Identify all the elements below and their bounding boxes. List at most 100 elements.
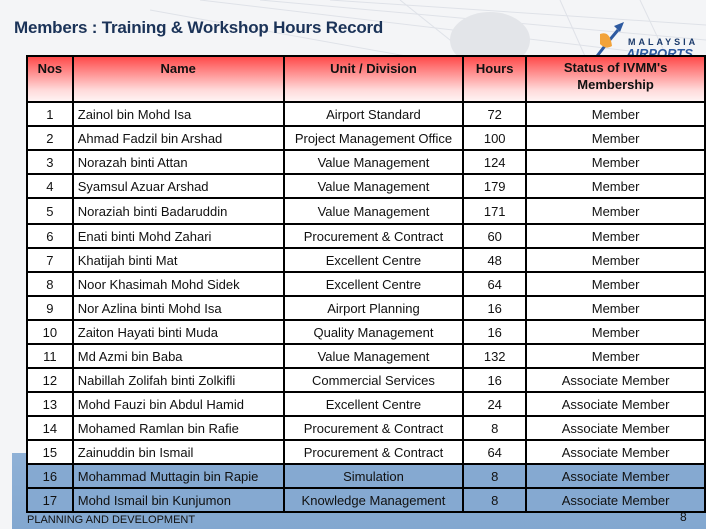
cell-membership-status: Member <box>525 125 706 151</box>
cell-name: Md Azmi bin Baba <box>71 343 285 369</box>
header-membership-status-label: Status of IVMM's Membership <box>563 60 668 92</box>
cell-name: Syamsul Azuar Arshad <box>71 173 285 199</box>
cell-unit-division: Procurement & Contract <box>282 415 465 441</box>
cell-hours: 24 <box>462 391 528 417</box>
table-row: 2 Ahmad Fadzil bin Arshad Project Manageme… <box>26 125 706 151</box>
cell-unit-division: Quality Management <box>282 319 465 345</box>
cell-unit-division: Project Management Office <box>282 125 465 151</box>
cell-nos: 12 <box>26 367 74 393</box>
cell-membership-status: Associate Member <box>525 415 706 441</box>
cell-membership-status: Member <box>525 197 706 225</box>
cell-unit-division: Procurement & Contract <box>282 439 465 465</box>
cell-membership-status: Member <box>525 247 706 273</box>
table-row: 11 Md Azmi bin Baba Value Management 132 Mem… <box>26 343 706 369</box>
page-title: Members : Training & Workshop Hours Reco… <box>14 18 384 37</box>
cell-hours: 16 <box>462 367 528 393</box>
table-row: 13 Mohd Fauzi bin Abdul Hamid Excellent Ce… <box>26 391 706 417</box>
cell-membership-status: Member <box>525 149 706 175</box>
cell-name: Nor Azlina binti Mohd Isa <box>71 295 285 321</box>
cell-hours: 132 <box>462 343 528 369</box>
cell-name: Mohamed Ramlan bin Rafie <box>71 415 285 441</box>
cell-nos: 10 <box>26 319 74 345</box>
table-row: 4 Syamsul Azuar Arshad Value Management 179… <box>26 173 706 199</box>
cell-name: Noraziah binti Badaruddin <box>71 197 285 225</box>
cell-hours: 16 <box>462 295 528 321</box>
cell-name: Enati binti Mohd Zahari <box>71 223 285 249</box>
table-row: 5 Noraziah binti Badaruddin Value Manageme… <box>26 197 706 225</box>
cell-name: Mohd Ismail bin Kunjumon <box>71 487 285 513</box>
cell-nos: 17 <box>26 487 74 513</box>
cell-membership-status: Member <box>525 101 706 127</box>
cell-nos: 3 <box>26 149 74 175</box>
table-row: 15 Zainuddin bin Ismail Procurement & Cont… <box>26 439 706 465</box>
cell-name: Zainol bin Mohd Isa <box>71 101 285 127</box>
cell-nos: 6 <box>26 223 74 249</box>
cell-name: Ahmad Fadzil bin Arshad <box>71 125 285 151</box>
cell-hours: 64 <box>462 439 528 465</box>
cell-unit-division: Value Management <box>282 149 465 175</box>
cell-nos: 8 <box>26 271 74 297</box>
cell-unit-division: Simulation <box>282 463 465 489</box>
cell-unit-division: Excellent Centre <box>282 247 465 273</box>
cell-nos: 1 <box>26 101 74 127</box>
cell-hours: 124 <box>462 149 528 175</box>
table-row: 16 Mohammad Muttagin bin Rapie Simulation 8… <box>26 463 706 489</box>
cell-membership-status: Member <box>525 271 706 297</box>
table-row: 6 Enati binti Mohd Zahari Procurement & Co… <box>26 223 706 249</box>
table-row: 7 Khatijah binti Mat Excellent Centre 48 Mem… <box>26 247 706 273</box>
cell-membership-status: Member <box>525 295 706 321</box>
page-number: 8 <box>680 510 687 524</box>
cell-name: Mohd Fauzi bin Abdul Hamid <box>71 391 285 417</box>
cell-hours: 8 <box>462 415 528 441</box>
cell-membership-status: Associate Member <box>525 487 706 513</box>
cell-membership-status: Member <box>525 173 706 199</box>
cell-nos: 16 <box>26 463 74 489</box>
cell-name: Zaiton Hayati binti Muda <box>71 319 285 345</box>
cell-hours: 179 <box>462 173 528 199</box>
cell-nos: 13 <box>26 391 74 417</box>
cell-membership-status: Member <box>525 223 706 249</box>
cell-membership-status: Associate Member <box>525 439 706 465</box>
cell-name: Noor Khasimah Mohd Sidek <box>71 271 285 297</box>
cell-nos: 7 <box>26 247 74 273</box>
table-row: 12 Nabillah Zolifah binti Zolkifli Commerc… <box>26 367 706 393</box>
cell-hours: 16 <box>462 319 528 345</box>
table-row: 17 Mohd Ismail bin Kunjumon Knowledge Mana… <box>26 487 706 513</box>
table-row: 1 Zainol bin Mohd Isa Airport Standard 72 Me… <box>26 101 706 127</box>
cell-hours: 64 <box>462 271 528 297</box>
header-unit-division: Unit / Division <box>282 55 465 103</box>
cell-hours: 171 <box>462 197 528 225</box>
cell-nos: 5 <box>26 197 74 225</box>
cell-hours: 48 <box>462 247 528 273</box>
cell-membership-status: Member <box>525 319 706 345</box>
cell-unit-division: Excellent Centre <box>282 271 465 297</box>
table-row: 8 Noor Khasimah Mohd Sidek Excellent Centr… <box>26 271 706 297</box>
header-name: Name <box>71 55 285 103</box>
table-row: 14 Mohamed Ramlan bin Rafie Procurement & … <box>26 415 706 441</box>
cell-hours: 8 <box>462 487 528 513</box>
cell-name: Khatijah binti Mat <box>71 247 285 273</box>
table-header-row: Nos Name Unit / Division Hours Status of… <box>26 55 706 103</box>
table-row: 10 Zaiton Hayati binti Muda Quality Manage… <box>26 319 706 345</box>
table-row: 3 Norazah binti Attan Value Management 124 M… <box>26 149 706 175</box>
header-hours: Hours <box>462 55 528 103</box>
cell-membership-status: Member <box>525 343 706 369</box>
cell-unit-division: Excellent Centre <box>282 391 465 417</box>
cell-unit-division: Value Management <box>282 173 465 199</box>
cell-nos: 4 <box>26 173 74 199</box>
header-nos: Nos <box>26 55 74 103</box>
cell-name: Zainuddin bin Ismail <box>71 439 285 465</box>
cell-unit-division: Airport Standard <box>282 101 465 127</box>
cell-nos: 14 <box>26 415 74 441</box>
cell-nos: 11 <box>26 343 74 369</box>
cell-unit-division: Knowledge Management <box>282 487 465 513</box>
table-row: 9 Nor Azlina binti Mohd Isa Airport Planni… <box>26 295 706 321</box>
header-membership-status: Status of IVMM's Membership <box>525 55 706 103</box>
cell-name: Norazah binti Attan <box>71 149 285 175</box>
cell-unit-division: Commercial Services <box>282 367 465 393</box>
cell-unit-division: Value Management <box>282 343 465 369</box>
cell-membership-status: Associate Member <box>525 367 706 393</box>
cell-hours: 8 <box>462 463 528 489</box>
cell-name: Nabillah Zolifah binti Zolkifli <box>71 367 285 393</box>
cell-hours: 72 <box>462 101 528 127</box>
